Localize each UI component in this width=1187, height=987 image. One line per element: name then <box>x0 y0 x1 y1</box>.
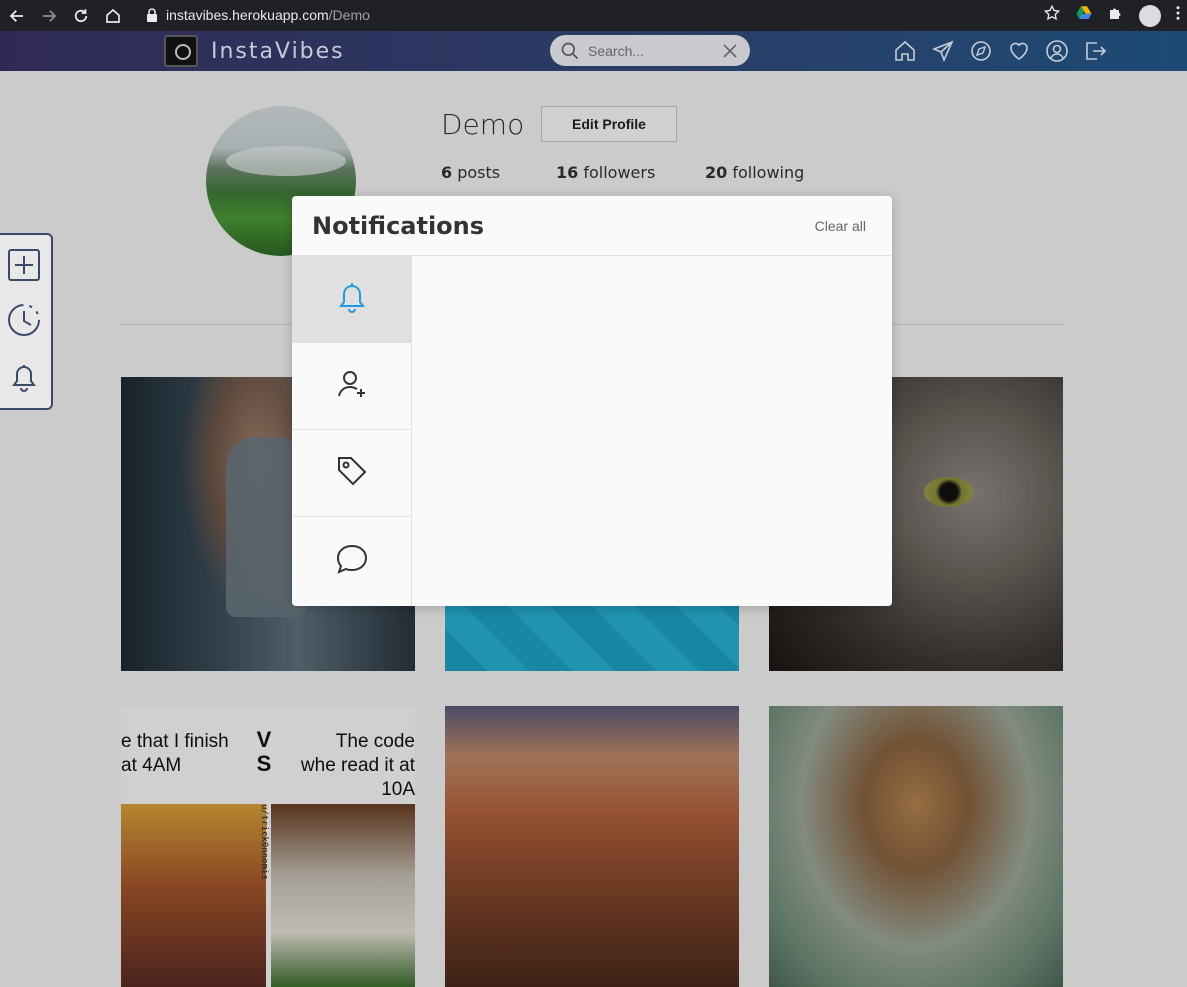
url-path: /Demo <box>328 6 370 23</box>
comment-icon <box>334 541 370 582</box>
notifications-tabs <box>292 256 412 606</box>
extensions-puzzle-icon[interactable] <box>1107 4 1125 27</box>
bookmark-star-icon[interactable] <box>1043 4 1061 27</box>
brand-name[interactable]: InstaVibes <box>211 39 345 64</box>
heart-icon[interactable] <box>1007 39 1031 63</box>
explore-icon[interactable] <box>969 39 993 63</box>
tab-all-notifications[interactable] <box>292 256 411 343</box>
home-browser-icon[interactable] <box>98 4 128 28</box>
tab-follow-requests[interactable] <box>292 343 411 430</box>
clear-search-icon[interactable] <box>722 43 738 59</box>
address-bar[interactable]: instavibes.herokuapp.com/Demo <box>134 2 1187 27</box>
home-icon[interactable] <box>893 39 917 63</box>
notifications-header: Notifications Clear all <box>292 196 892 256</box>
search-input[interactable] <box>588 41 728 61</box>
direct-send-icon[interactable] <box>931 39 955 63</box>
history-icon[interactable] <box>6 302 42 338</box>
clear-all-button[interactable]: Clear all <box>815 218 866 234</box>
profile-icon[interactable] <box>1045 39 1069 63</box>
notifications-list <box>412 256 892 606</box>
reload-icon[interactable] <box>66 4 96 28</box>
url-host: instavibes.herokuapp.com <box>166 6 329 23</box>
logout-icon[interactable] <box>1083 39 1107 63</box>
drive-extension-icon[interactable] <box>1075 4 1093 27</box>
tab-tags[interactable] <box>292 430 411 517</box>
follow-request-icon <box>334 366 370 407</box>
browser-profile-avatar[interactable] <box>1139 4 1161 27</box>
notifications-modal: Notifications Clear all <box>292 196 892 606</box>
app-header: InstaVibes <box>0 31 1187 71</box>
header-nav <box>893 39 1107 63</box>
search-box[interactable] <box>550 35 750 66</box>
side-toolbar <box>0 233 53 410</box>
add-post-icon[interactable] <box>6 247 42 283</box>
lock-icon <box>147 7 157 22</box>
bell-icon <box>334 279 370 320</box>
notifications-bell-icon[interactable] <box>6 359 42 395</box>
tag-icon <box>334 453 370 494</box>
tab-comments[interactable] <box>292 517 411 606</box>
back-icon[interactable] <box>2 4 32 28</box>
app-logo-icon[interactable] <box>164 35 198 67</box>
forward-icon[interactable] <box>34 4 64 28</box>
url-text: instavibes.herokuapp.com/Demo <box>166 7 370 23</box>
browser-menu-icon[interactable] <box>1175 4 1181 27</box>
search-icon <box>561 42 579 60</box>
browser-chrome: instavibes.herokuapp.com/Demo <box>0 0 1187 31</box>
notifications-title: Notifications <box>312 212 485 240</box>
